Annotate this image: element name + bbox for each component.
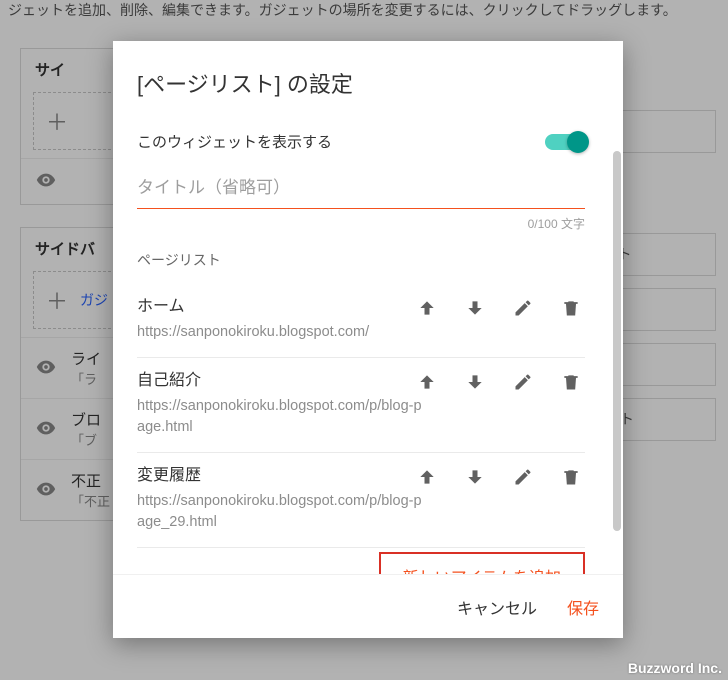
show-widget-label: このウィジェットを表示する bbox=[137, 131, 332, 152]
move-up-icon[interactable] bbox=[411, 366, 443, 398]
toggle-knob bbox=[567, 131, 589, 153]
edit-icon[interactable] bbox=[507, 292, 539, 324]
move-down-icon[interactable] bbox=[459, 292, 491, 324]
pagelist-item-url: https://sanponokiroku.blogspot.com/p/blo… bbox=[137, 491, 585, 533]
save-button[interactable]: 保存 bbox=[567, 595, 599, 619]
cancel-button[interactable]: キャンセル bbox=[457, 595, 537, 619]
title-input[interactable] bbox=[137, 174, 585, 209]
pagelist-item-url: https://sanponokiroku.blogspot.com/p/blo… bbox=[137, 396, 585, 438]
pagelist-section-label: ページリスト bbox=[137, 250, 585, 270]
delete-icon[interactable] bbox=[555, 366, 587, 398]
move-down-icon[interactable] bbox=[459, 366, 491, 398]
move-down-icon[interactable] bbox=[459, 461, 491, 493]
char-count: 0/100 文字 bbox=[137, 215, 585, 232]
edit-icon[interactable] bbox=[507, 366, 539, 398]
edit-icon[interactable] bbox=[507, 461, 539, 493]
pagelist-item-url: https://sanponokiroku.blogspot.com/ bbox=[137, 322, 585, 343]
delete-icon[interactable] bbox=[555, 461, 587, 493]
pagelist-item: 変更履歴 https://sanponokiroku.blogspot.com/… bbox=[137, 453, 585, 548]
dialog-title: [ページリスト] の設定 bbox=[137, 67, 585, 99]
add-new-item-button[interactable]: 新しいアイテムを追加 bbox=[379, 552, 585, 574]
show-widget-toggle[interactable] bbox=[545, 134, 585, 150]
dialog-scrollbar[interactable] bbox=[613, 151, 621, 531]
dialog-footer: キャンセル 保存 bbox=[113, 574, 623, 638]
pagelist-item: ホーム https://sanponokiroku.blogspot.com/ bbox=[137, 284, 585, 358]
delete-icon[interactable] bbox=[555, 292, 587, 324]
watermark: Buzzword Inc. bbox=[628, 660, 722, 676]
move-up-icon[interactable] bbox=[411, 292, 443, 324]
pagelist-item: 自己紹介 https://sanponokiroku.blogspot.com/… bbox=[137, 358, 585, 453]
move-up-icon[interactable] bbox=[411, 461, 443, 493]
pagelist-settings-dialog: [ページリスト] の設定 このウィジェットを表示する 0/100 文字 ページリ… bbox=[113, 41, 623, 638]
